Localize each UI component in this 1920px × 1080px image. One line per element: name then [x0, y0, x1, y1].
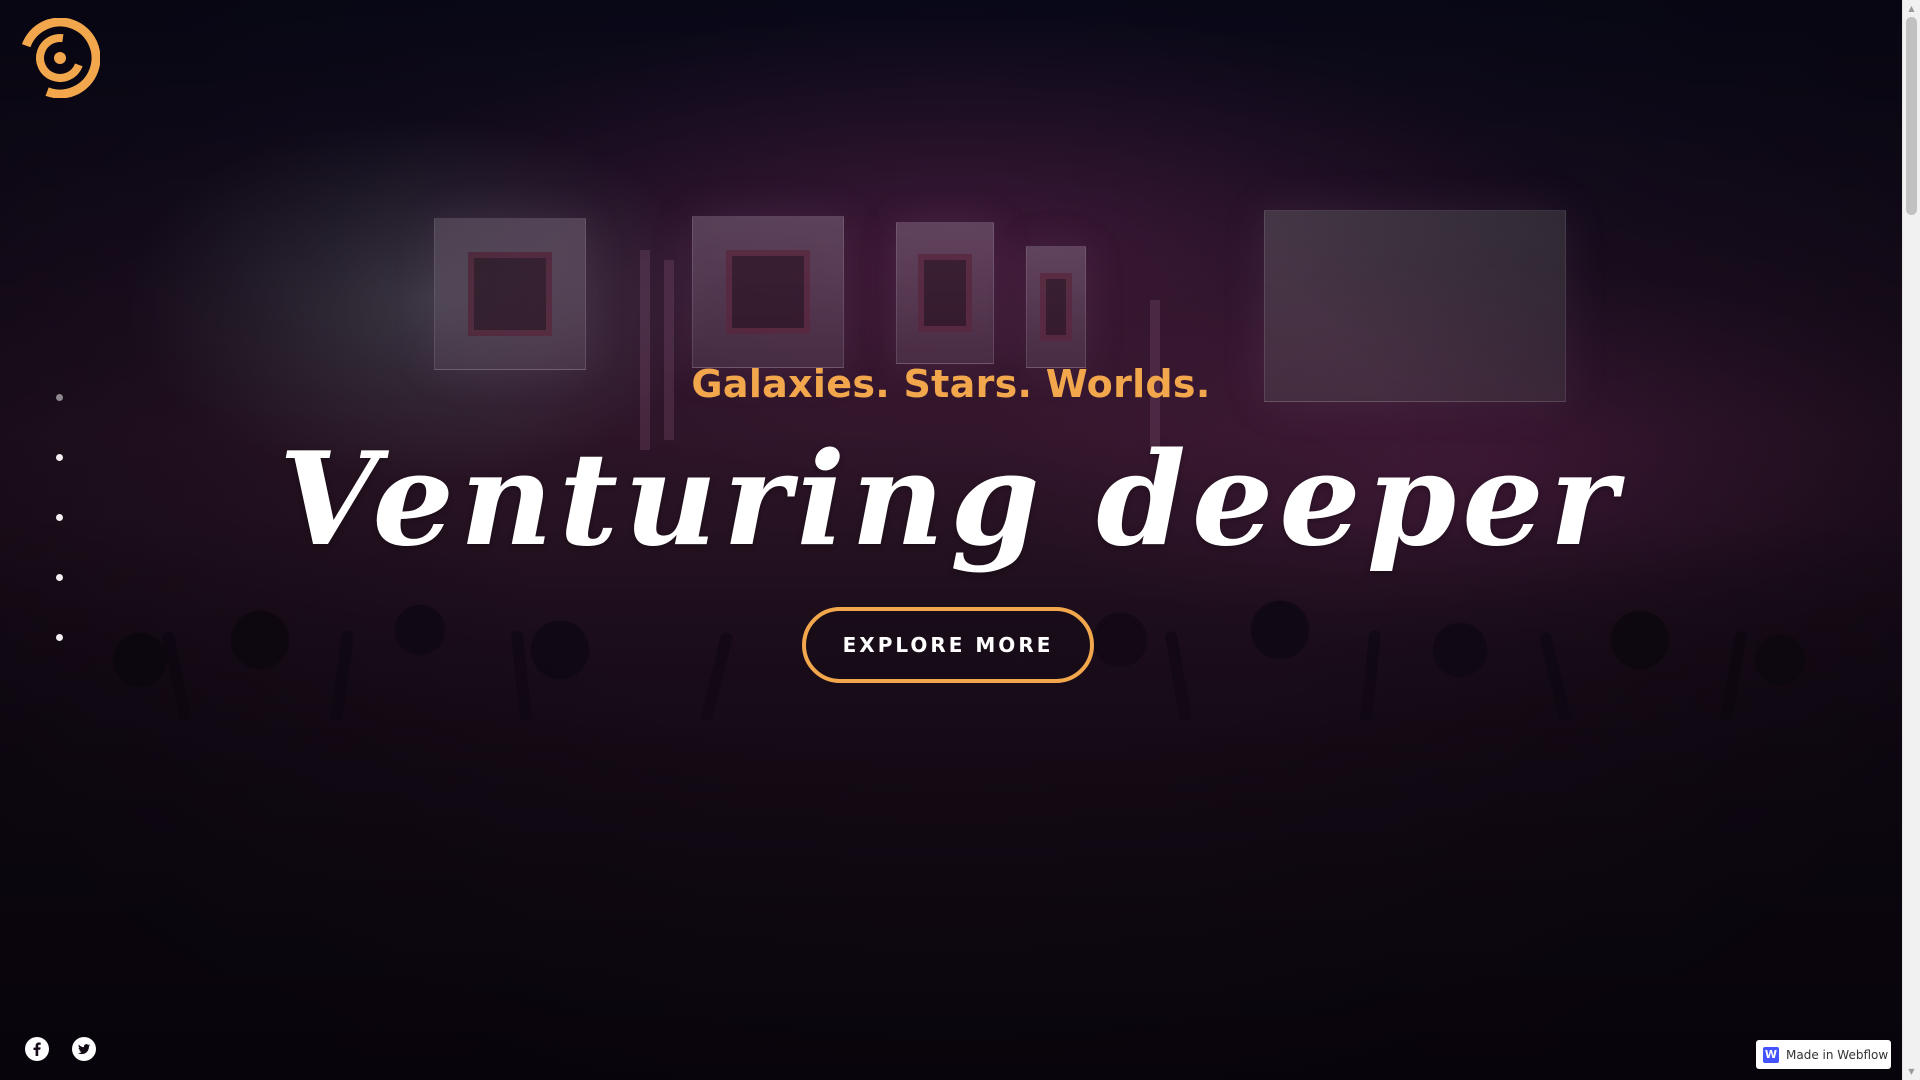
vertical-scrollbar[interactable]: ▲ ▼ — [1902, 0, 1920, 1080]
made-in-webflow-badge[interactable]: W Made in Webflow — [1756, 1040, 1891, 1069]
facebook-icon[interactable] — [25, 1037, 49, 1061]
stage-screen — [434, 218, 586, 370]
raised-hand — [510, 629, 532, 721]
badge-label: Made in Webflow — [1786, 1047, 1889, 1062]
scrollbar-thumb[interactable] — [1906, 17, 1917, 215]
crowd-silhouette — [0, 520, 1902, 1080]
raised-hand — [1538, 631, 1572, 722]
raised-hand — [161, 630, 192, 722]
twitter-icon[interactable] — [72, 1037, 96, 1061]
hero-headline: Venturing deeper — [278, 425, 1624, 575]
hero-section: Galaxies. Stars. Worlds. Venturing deepe… — [0, 0, 1902, 1080]
raised-hand — [1360, 629, 1382, 721]
stage-screen — [1026, 246, 1086, 368]
raised-hand — [1164, 630, 1192, 722]
stage-screen — [896, 222, 994, 364]
hero-tagline: Galaxies. Stars. Worlds. — [691, 362, 1211, 406]
scroll-down-arrow-icon[interactable]: ▼ — [1903, 1063, 1920, 1080]
stage-light — [664, 260, 674, 440]
section-dot-5[interactable] — [56, 634, 63, 641]
raised-hand — [700, 631, 734, 722]
swirl-logo-icon[interactable] — [19, 17, 101, 99]
scroll-up-arrow-icon[interactable]: ▲ — [1903, 0, 1920, 17]
raised-hand — [330, 630, 355, 721]
webflow-icon: W — [1763, 1046, 1779, 1063]
raised-hand — [1720, 630, 1748, 722]
page: Galaxies. Stars. Worlds. Venturing deepe… — [0, 0, 1920, 1080]
explore-more-button[interactable]: EXPLORE MORE — [802, 607, 1094, 683]
stage-screen — [692, 216, 844, 368]
